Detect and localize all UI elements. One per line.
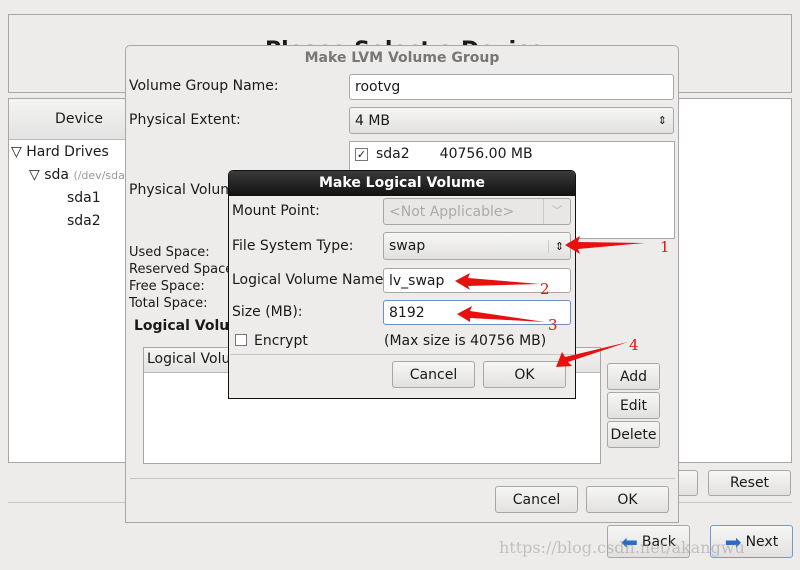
arrow-2 — [455, 273, 540, 290]
arrow-3 — [457, 306, 545, 322]
annotation-number-2: 2 — [540, 280, 550, 298]
arrow-1 — [565, 236, 645, 254]
watermark: https://blog.csdn.net/akangwu — [499, 538, 745, 557]
annotation-arrows: 1 2 3 4 — [455, 236, 670, 367]
arrow-4 — [556, 342, 628, 367]
annotation-number-3: 3 — [548, 316, 558, 334]
annotation-number-1: 1 — [660, 238, 670, 256]
annotation-number-4: 4 — [629, 336, 639, 354]
